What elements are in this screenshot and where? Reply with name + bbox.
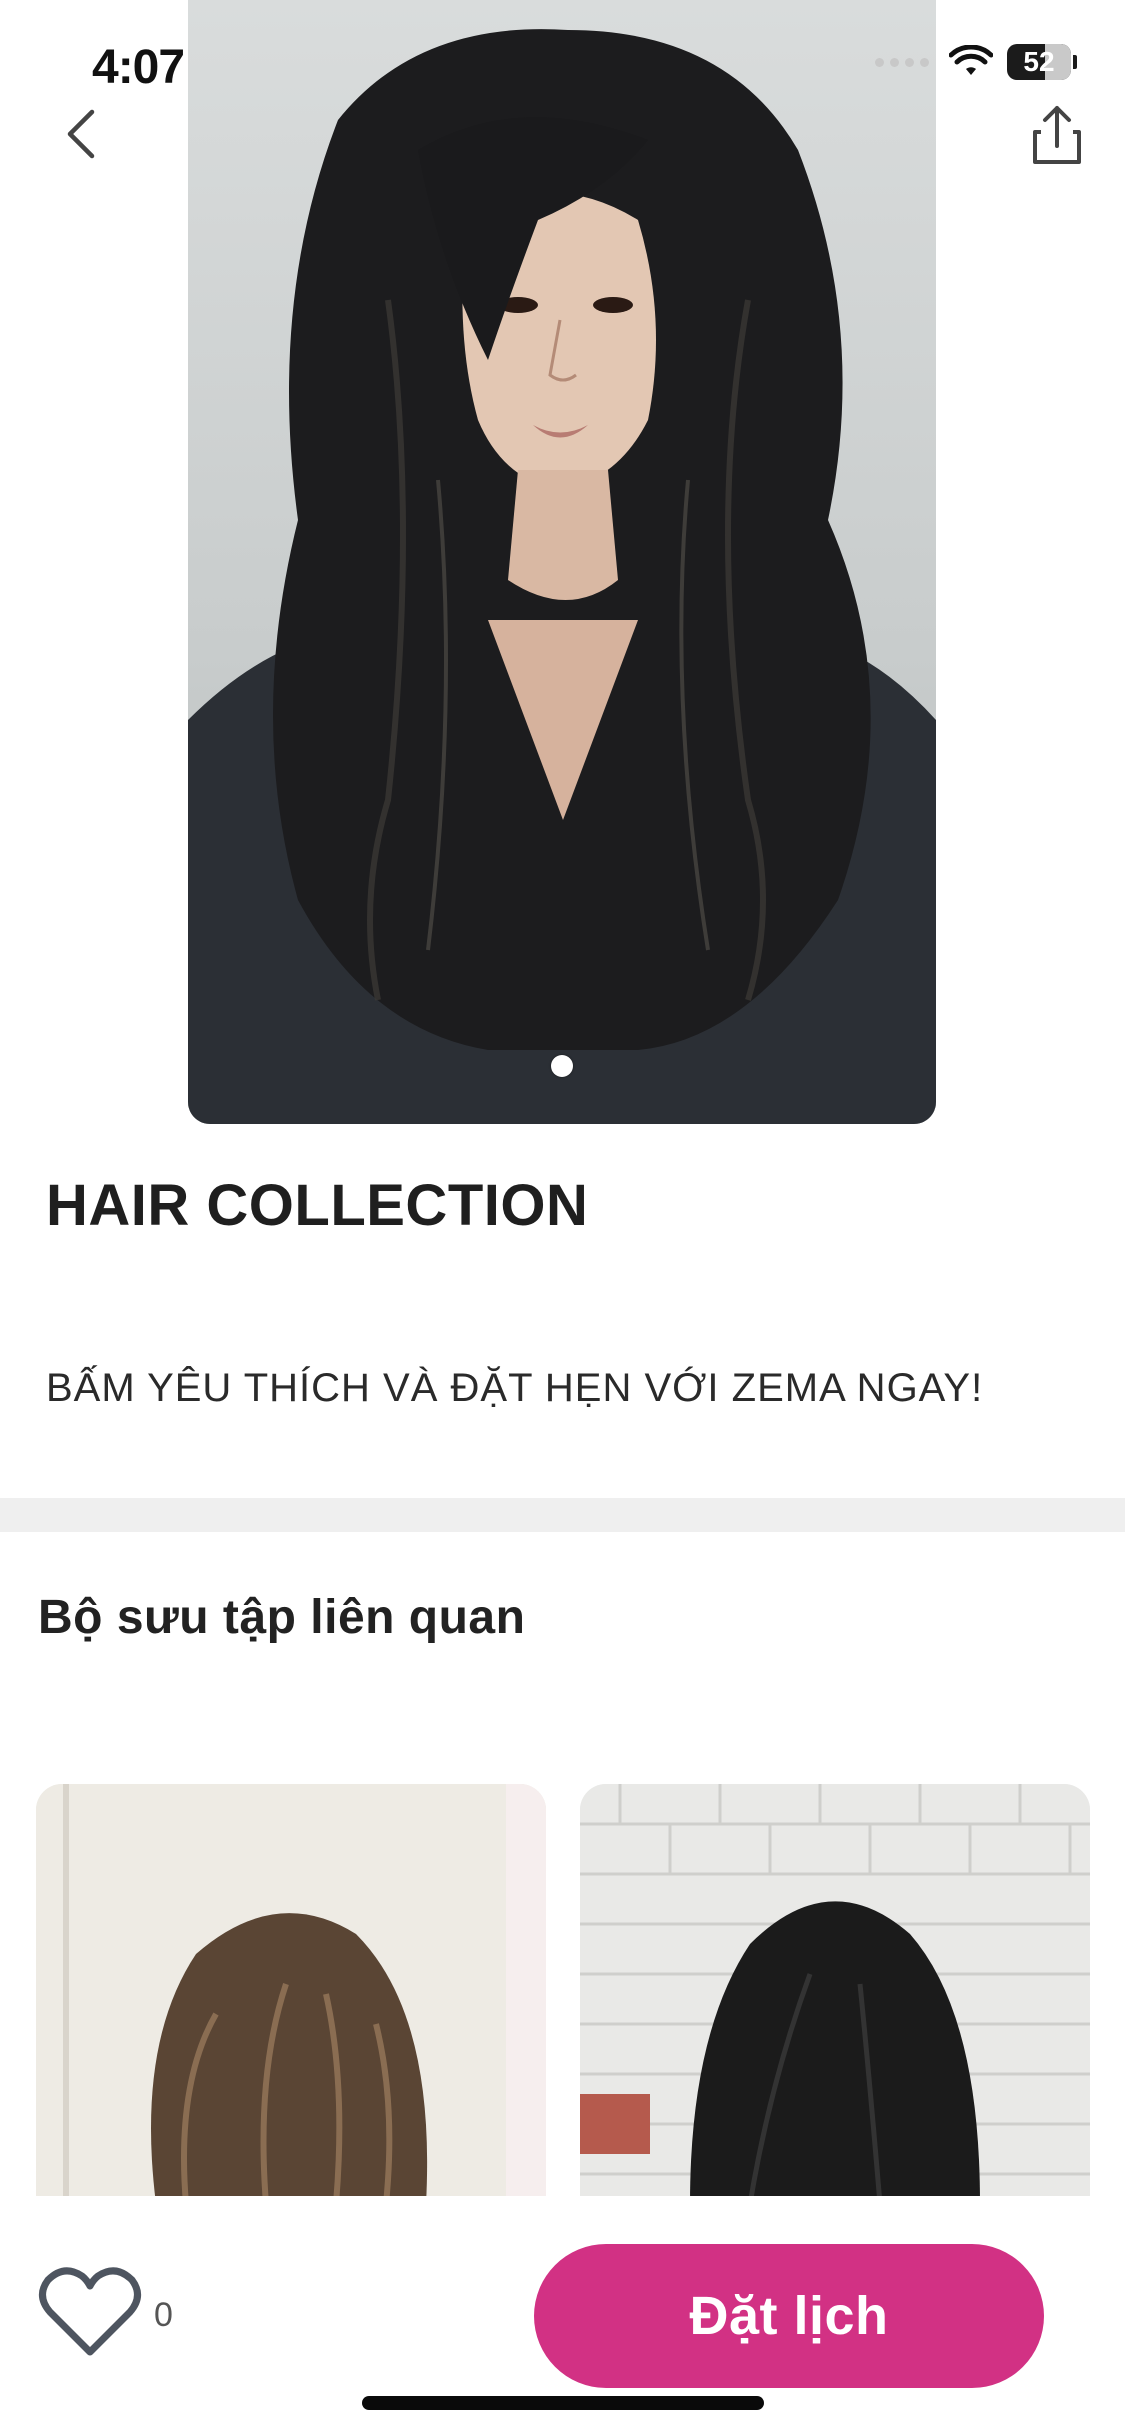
wifi-icon — [949, 45, 993, 75]
collection-subtitle: BẤM YÊU THÍCH VÀ ĐẶT HẸN VỚI ZEMA NGAY! — [46, 1366, 984, 1410]
like-count: 0 — [154, 2296, 173, 2334]
related-collection-card[interactable] — [36, 1784, 546, 2204]
back-chevron-icon — [67, 109, 95, 159]
hero-image[interactable] — [188, 0, 936, 1124]
related-collection-card[interactable] — [580, 1784, 1090, 2204]
home-indicator — [362, 2396, 764, 2410]
book-appointment-button[interactable]: Đặt lịch — [534, 2244, 1044, 2388]
status-indicators: 52 — [875, 44, 1077, 80]
related-collections-heading: Bộ sưu tập liên quan — [38, 1591, 526, 1644]
favorite-button[interactable] — [36, 2262, 144, 2362]
section-divider — [0, 1498, 1125, 1532]
share-icon — [1033, 106, 1081, 164]
share-button[interactable] — [1027, 100, 1087, 170]
heart-icon — [39, 2267, 141, 2356]
hero-portrait-illustration — [188, 29, 936, 1124]
related-card-image — [580, 1784, 1090, 2204]
carousel-page-dot[interactable] — [551, 1055, 573, 1077]
battery-icon: 52 — [1007, 44, 1071, 80]
status-time: 4:07 — [92, 41, 185, 94]
cellular-icon — [875, 57, 929, 67]
collection-title: HAIR COLLECTION — [46, 1173, 589, 1238]
related-card-image — [36, 1784, 546, 2204]
back-button[interactable] — [56, 104, 108, 164]
